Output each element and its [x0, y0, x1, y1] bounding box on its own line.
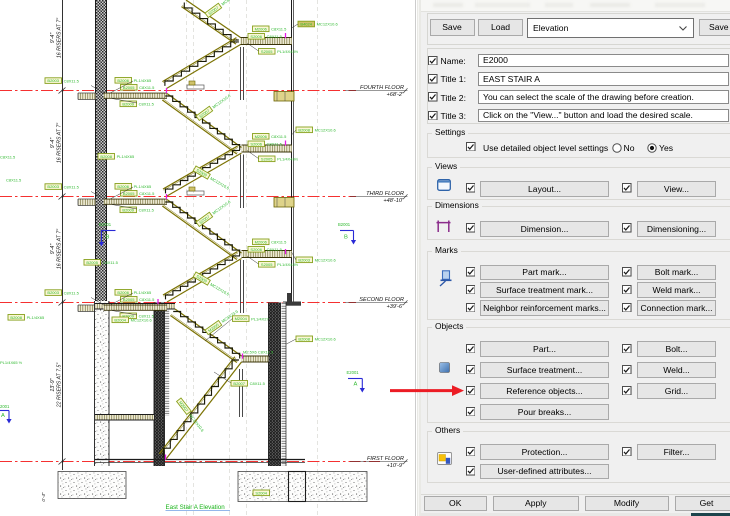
svg-text:PL1/4X65: PL1/4X65 [27, 315, 45, 320]
svg-text:M2004: M2004 [235, 316, 248, 321]
svg-text:S2004: S2004 [255, 490, 267, 495]
svg-text:2001: 2001 [0, 404, 10, 409]
svg-text:MC12X10.6: MC12X10.6 [211, 199, 232, 216]
svg-text:PL1/4X65: PL1/4X65 [117, 154, 135, 159]
svg-text:C8X11.5: C8X11.5 [267, 247, 283, 252]
svg-text:S2006: S2006 [250, 141, 262, 146]
svg-text:13'-9": 13'-9" [50, 377, 56, 391]
svg-text:16 RISERS AT 7": 16 RISERS AT 7" [57, 122, 63, 163]
svg-text:FIRST FLOOR: FIRST FLOOR [367, 456, 404, 462]
svg-text:C8X11.5: C8X11.5 [0, 155, 16, 160]
svg-text:East Stair A Elevation: East Stair A Elevation [166, 504, 226, 511]
svg-text:A: A [1, 413, 5, 419]
svg-text:MC12X10.6: MC12X10.6 [317, 22, 339, 27]
svg-text:C8X11.5: C8X11.5 [139, 297, 155, 302]
svg-text:9'-4": 9'-4" [50, 243, 56, 254]
svg-text:C8X11.5: C8X11.5 [6, 178, 22, 183]
svg-text:MC12X10.6: MC12X10.6 [131, 318, 153, 323]
svg-text:C8X11.5: C8X11.5 [139, 208, 155, 213]
svg-text:MC12X10.6: MC12X10.6 [209, 282, 230, 297]
svg-text:9'-4": 9'-4" [50, 32, 56, 43]
svg-text:PL1/4X65: PL1/4X65 [134, 78, 152, 83]
svg-text:16 RISERS AT 7": 16 RISERS AT 7" [57, 17, 63, 58]
svg-text:FOURTH FLOOR: FOURTH FLOOR [360, 85, 404, 91]
svg-text:+48'-10": +48'-10" [383, 198, 405, 204]
svg-text:MC12X10.6: MC12X10.6 [315, 128, 337, 133]
svg-text:B2006: B2006 [117, 184, 129, 189]
svg-text:C8X11.5: C8X11.5 [250, 381, 266, 386]
svg-text:M2.5X6 C8X11.5: M2.5X6 C8X11.5 [243, 350, 274, 355]
svg-text:C8X11.5: C8X11.5 [139, 85, 155, 90]
svg-text:22 RISERS AT 7.5": 22 RISERS AT 7.5" [57, 362, 63, 409]
svg-text:MC12X10.6: MC12X10.6 [209, 176, 230, 191]
svg-text:B2003: B2003 [47, 78, 59, 83]
svg-text:B2003: B2003 [298, 257, 310, 262]
svg-text:M2006: M2006 [255, 26, 268, 31]
svg-text:PL1/4X43½: PL1/4X43½ [277, 157, 299, 162]
svg-text:B2003: B2003 [47, 290, 59, 295]
svg-text:S2005: S2005 [261, 156, 273, 161]
svg-text:C8X11.5: C8X11.5 [267, 142, 283, 147]
svg-text:E2001: E2001 [347, 370, 360, 375]
svg-text:MC12X10.6: MC12X10.6 [211, 93, 232, 110]
svg-text:B2008: B2008 [298, 336, 310, 341]
svg-text:MC12X10.6: MC12X10.6 [188, 413, 205, 433]
svg-text:+68'-2": +68'-2" [386, 92, 405, 98]
svg-text:PL1/4X65: PL1/4X65 [134, 184, 152, 189]
svg-text:PL1/4X43½: PL1/4X43½ [277, 49, 299, 54]
svg-text:MC12X10.6: MC12X10.6 [315, 258, 337, 263]
svg-text:B4024: B4024 [300, 22, 312, 27]
svg-text:B2003: B2003 [47, 184, 59, 189]
svg-text:B2005: B2005 [123, 297, 135, 302]
svg-text:S2005: S2005 [261, 49, 273, 54]
svg-text:+10'-9": +10'-9" [386, 463, 405, 469]
svg-text:B: B [106, 235, 110, 241]
svg-text:C8X11.5: C8X11.5 [139, 102, 155, 107]
svg-text:M2006: M2006 [255, 134, 268, 139]
svg-text:C8X11.5: C8X11.5 [103, 260, 119, 265]
svg-text:S2005: S2005 [261, 262, 273, 267]
svg-text:A: A [354, 382, 358, 388]
svg-text:B2008: B2008 [298, 127, 310, 132]
svg-text:S2006: S2006 [250, 34, 262, 39]
svg-text:B2004: B2004 [114, 317, 126, 322]
svg-text:B2007: B2007 [233, 381, 245, 386]
svg-text:C8X11.5: C8X11.5 [64, 78, 80, 83]
svg-text:PL1/4X65: PL1/4X65 [134, 290, 152, 295]
svg-text:PL1/4X65 ½: PL1/4X65 ½ [0, 360, 23, 365]
svg-text:C8X11.5: C8X11.5 [271, 134, 287, 139]
svg-text:16 RISERS AT 7": 16 RISERS AT 7" [57, 228, 63, 269]
svg-text:PL1/4X43½: PL1/4X43½ [277, 262, 299, 267]
svg-text:B2008: B2008 [10, 315, 22, 320]
svg-text:C8X11.5: C8X11.5 [271, 240, 287, 245]
svg-text:B2001: B2001 [338, 222, 351, 227]
svg-text:9'-4": 9'-4" [50, 137, 56, 148]
svg-text:MC12X10.6: MC12X10.6 [315, 337, 337, 342]
svg-text:B2005: B2005 [123, 85, 135, 90]
svg-text:0'-4": 0'-4" [41, 492, 46, 502]
svg-text:C8X11.5: C8X11.5 [267, 34, 283, 39]
svg-text:B2001: B2001 [99, 222, 112, 227]
svg-text:S2006: S2006 [250, 247, 262, 252]
svg-text:C8X11.5: C8X11.5 [64, 290, 80, 295]
svg-text:B2006: B2006 [117, 78, 129, 83]
svg-text:B2005: B2005 [86, 260, 98, 265]
svg-text:B: B [344, 235, 348, 241]
svg-text:C8X11.5: C8X11.5 [271, 27, 287, 32]
svg-text:C8X11.5: C8X11.5 [139, 191, 155, 196]
svg-text:B2005: B2005 [123, 191, 135, 196]
svg-text:M2006: M2006 [255, 239, 268, 244]
svg-text:SECOND FLOOR: SECOND FLOOR [359, 297, 404, 303]
svg-text:B2008: B2008 [100, 154, 112, 159]
svg-text:+39'-6": +39'-6" [386, 304, 405, 310]
svg-text:C8X11.5: C8X11.5 [64, 184, 80, 189]
svg-text:PL1/4X27: PL1/4X27 [251, 316, 269, 321]
svg-text:THIRD FLOOR: THIRD FLOOR [366, 191, 404, 197]
svg-text:B2006: B2006 [117, 290, 129, 295]
